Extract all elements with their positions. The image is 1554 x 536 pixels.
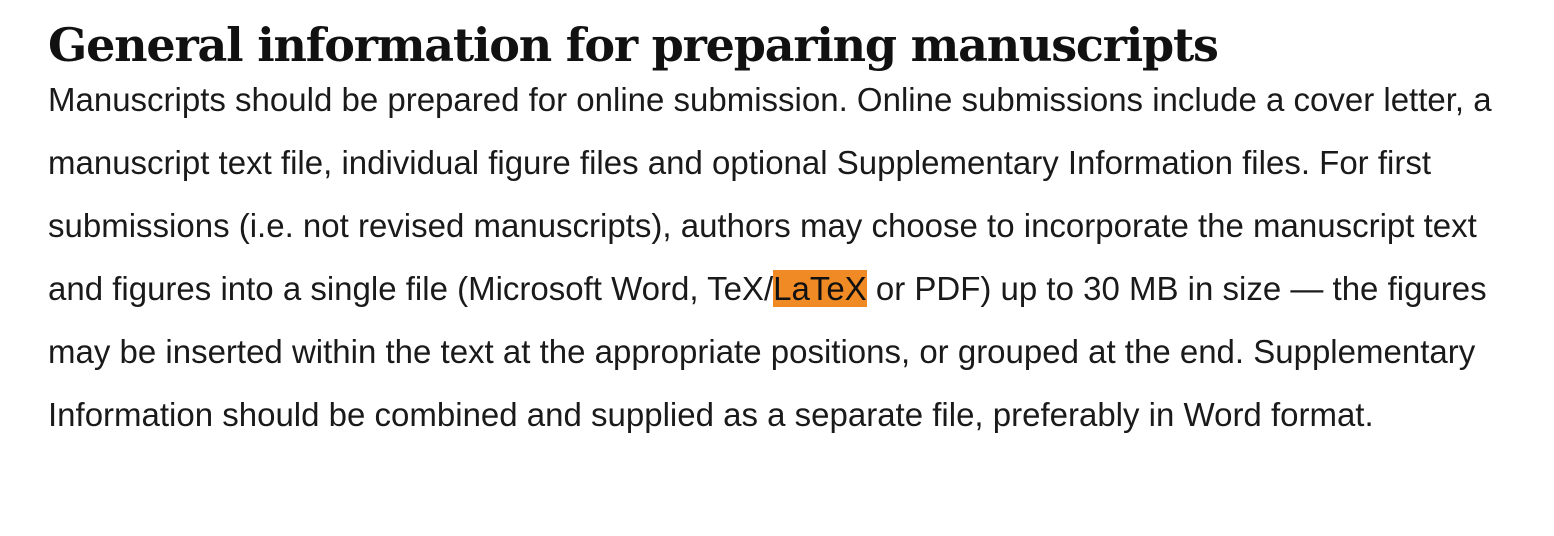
section-paragraph: Manuscripts should be prepared for onlin… [48,68,1524,446]
search-highlight: LaTeX [773,270,867,307]
document-page: General information for preparing manusc… [0,0,1554,536]
section-heading: General information for preparing manusc… [48,18,1219,72]
